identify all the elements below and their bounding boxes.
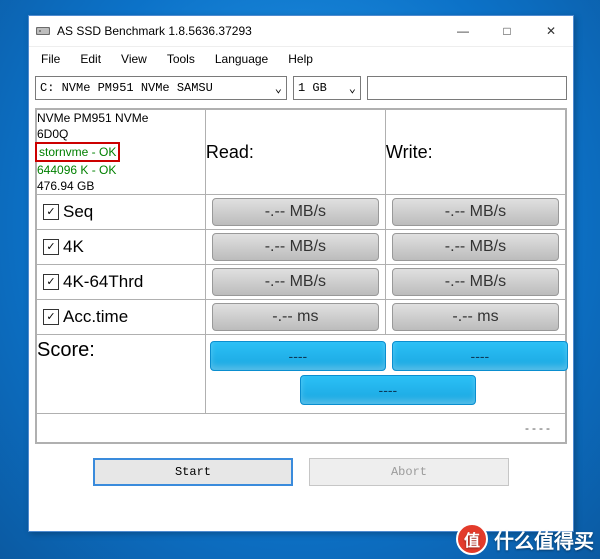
toolbar: C: NVMe PM951 NVMe SAMSU ⌄ 1 GB ⌄ (29, 72, 573, 108)
action-buttons: Start Abort (29, 444, 573, 496)
abort-button: Abort (309, 458, 509, 486)
menu-file[interactable]: File (35, 50, 74, 68)
driver-status-highlight: stornvme - OK (35, 142, 120, 162)
status-ellipsis: ---- (37, 414, 566, 443)
device-info: NVMe PM951 NVMe 6D0Q stornvme - OK 64409… (37, 110, 206, 195)
watermark-badge-icon: 值 (456, 523, 488, 555)
row-label-seq: Seq (63, 202, 93, 222)
device-name-line2: 6D0Q (37, 126, 205, 142)
column-header-read: Read: (205, 110, 385, 195)
menubar: File Edit View Tools Language Help (29, 47, 573, 72)
results-grid: NVMe PM951 NVMe 6D0Q stornvme - OK 64409… (35, 108, 567, 444)
watermark: 值 什么值得买 (456, 523, 594, 555)
close-button[interactable]: ✕ (529, 16, 573, 46)
title-field[interactable] (367, 76, 567, 100)
score-area: ---- ---- ---- (206, 337, 565, 411)
result-seq-read: -.-- MB/s (212, 198, 378, 226)
score-total: ---- (300, 375, 476, 405)
row-label-acc: Acc.time (63, 307, 128, 327)
result-4k64-write: -.-- MB/s (392, 268, 558, 296)
column-header-write: Write: (385, 110, 565, 195)
result-4k-write: -.-- MB/s (392, 233, 558, 261)
chevron-down-icon: ⌄ (349, 81, 356, 96)
checkbox-4k[interactable]: ✓ (43, 239, 59, 255)
score-write: ---- (392, 341, 568, 371)
size-select[interactable]: 1 GB ⌄ (293, 76, 361, 100)
menu-view[interactable]: View (115, 50, 161, 68)
chevron-down-icon: ⌄ (275, 81, 282, 96)
row-label-4k: 4K (63, 237, 84, 257)
checkbox-4k64[interactable]: ✓ (43, 274, 59, 290)
size-select-value: 1 GB (298, 81, 327, 95)
watermark-text: 什么值得买 (494, 525, 594, 554)
minimize-button[interactable]: — (441, 16, 485, 46)
menu-help[interactable]: Help (282, 50, 327, 68)
row-label-4k64: 4K-64Thrd (63, 272, 143, 292)
device-name-line1: NVMe PM951 NVMe (37, 110, 205, 126)
start-button[interactable]: Start (93, 458, 293, 486)
drive-select-value: C: NVMe PM951 NVMe SAMSU (40, 81, 213, 95)
checkbox-seq[interactable]: ✓ (43, 204, 59, 220)
drive-select[interactable]: C: NVMe PM951 NVMe SAMSU ⌄ (35, 76, 287, 100)
menu-language[interactable]: Language (209, 50, 282, 68)
result-4k-read: -.-- MB/s (212, 233, 378, 261)
result-4k64-read: -.-- MB/s (212, 268, 378, 296)
score-label: Score: (37, 335, 206, 414)
maximize-button[interactable]: □ (485, 16, 529, 46)
alignment-status: 644096 K - OK (37, 162, 205, 178)
app-window: AS SSD Benchmark 1.8.5636.37293 — □ ✕ Fi… (28, 15, 574, 532)
window-controls: — □ ✕ (441, 16, 573, 46)
titlebar[interactable]: AS SSD Benchmark 1.8.5636.37293 — □ ✕ (29, 16, 573, 47)
window-title: AS SSD Benchmark 1.8.5636.37293 (57, 24, 441, 38)
result-acc-write: -.-- ms (392, 303, 558, 331)
ssd-icon (35, 23, 51, 39)
result-acc-read: -.-- ms (212, 303, 378, 331)
result-seq-write: -.-- MB/s (392, 198, 558, 226)
checkbox-acc[interactable]: ✓ (43, 309, 59, 325)
menu-tools[interactable]: Tools (161, 50, 209, 68)
score-read: ---- (210, 341, 386, 371)
menu-edit[interactable]: Edit (74, 50, 115, 68)
device-capacity: 476.94 GB (37, 178, 205, 194)
